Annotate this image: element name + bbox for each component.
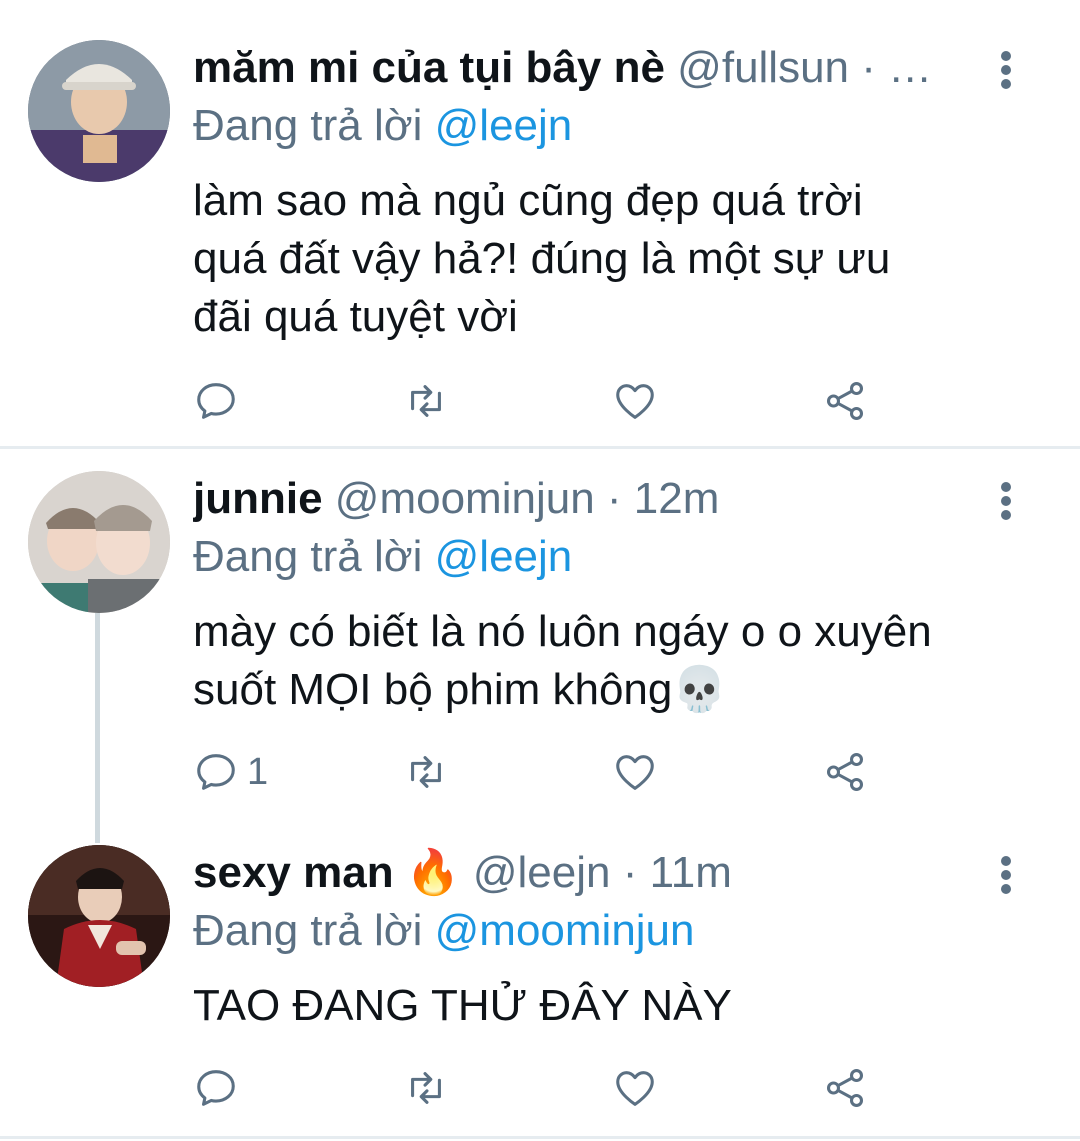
username[interactable]: @fullsun: [677, 43, 849, 92]
like-button[interactable]: [612, 1063, 658, 1113]
avatar[interactable]: [28, 845, 170, 987]
tweet-text: TAO ĐANG THỬ ĐÂY NÀY: [193, 977, 993, 1035]
retweet-icon: [411, 385, 441, 417]
retweet-icon: [411, 756, 441, 788]
more-options-icon[interactable]: [990, 479, 1022, 523]
display-name[interactable]: măm mi của tụi bây nè: [193, 43, 665, 92]
like-icon: [616, 384, 654, 419]
like-button[interactable]: [612, 747, 658, 797]
avatar[interactable]: [28, 40, 170, 182]
share-button[interactable]: [822, 747, 868, 797]
tweet-actions: [0, 1063, 1080, 1123]
replying-to: Đang trả lời @leejn: [193, 529, 572, 585]
tweet-header: sexy man 🔥 @leejn · 11m: [193, 845, 970, 901]
reply-button[interactable]: [193, 376, 247, 426]
retweet-button[interactable]: [403, 747, 449, 797]
reply-button[interactable]: 1: [193, 747, 268, 797]
avatar-image: [28, 40, 170, 182]
timestamp: · …: [849, 43, 933, 92]
mention-link[interactable]: @moominjun: [435, 906, 695, 955]
reply-count: 1: [247, 750, 269, 793]
share-button[interactable]: [822, 376, 868, 426]
avatar-image: [28, 845, 170, 987]
more-options-icon[interactable]: [990, 853, 1022, 897]
display-name[interactable]: junnie: [193, 474, 323, 523]
tweet-text-line: quá đất vậy hả?! đúng là một sự ưu: [193, 234, 891, 283]
avatar-image: [28, 471, 170, 613]
avatar[interactable]: [28, 471, 170, 613]
tweet-actions: [0, 376, 1080, 436]
tweet[interactable]: sexy man 🔥 @leejn · 11m Đang trả lời @mo…: [0, 829, 1080, 1134]
reply-icon: [197, 754, 235, 790]
share-icon: [826, 382, 864, 420]
tweet-text: làm sao mà ngủ cũng đẹp quá trời quá đất…: [193, 172, 993, 346]
tweet-header: măm mi của tụi bây nè @fullsun · …: [193, 40, 970, 96]
like-button[interactable]: [612, 376, 658, 426]
tweet-text-line: TAO ĐANG THỬ ĐÂY NÀY: [193, 981, 732, 1030]
tweet-text-line: suốt MỌI bộ phim không💀: [193, 665, 728, 714]
divider: [0, 1136, 1080, 1139]
tweet-text-line: đãi quá tuyệt vời: [193, 292, 518, 341]
username[interactable]: @leejn: [473, 848, 611, 897]
timestamp: · 11m: [610, 848, 732, 897]
display-name[interactable]: sexy man 🔥: [193, 848, 461, 897]
mention-link[interactable]: @leejn: [435, 101, 573, 150]
like-icon: [616, 1071, 654, 1106]
tweet-text: mày có biết là nó luôn ngáy o o xuyên su…: [193, 603, 993, 719]
mention-link[interactable]: @leejn: [435, 532, 573, 581]
share-button[interactable]: [822, 1063, 868, 1113]
replying-to: Đang trả lời @moominjun: [193, 903, 695, 959]
more-options-icon[interactable]: [990, 48, 1022, 92]
reply-button[interactable]: [193, 1063, 247, 1113]
retweet-button[interactable]: [403, 376, 449, 426]
tweet[interactable]: junnie @moominjun · 12m Đang trả lời @le…: [0, 449, 1080, 843]
retweet-icon: [411, 1072, 441, 1104]
timestamp: · 12m: [594, 474, 720, 523]
like-icon: [616, 755, 654, 790]
retweet-button[interactable]: [403, 1063, 449, 1113]
thread-line: [95, 613, 100, 843]
reply-icon: [197, 1070, 235, 1106]
replying-prefix: Đang trả lời: [193, 906, 435, 955]
reply-icon: [197, 383, 235, 419]
share-icon: [826, 753, 864, 791]
replying-to: Đang trả lời @leejn: [193, 98, 572, 154]
tweet[interactable]: măm mi của tụi bây nè @fullsun · … Đang …: [0, 0, 1080, 446]
share-icon: [826, 1069, 864, 1107]
tweet-text-line: mày có biết là nó luôn ngáy o o xuyên: [193, 607, 932, 656]
tweet-header: junnie @moominjun · 12m: [193, 471, 970, 527]
tweet-actions: 1: [0, 747, 1080, 807]
replying-prefix: Đang trả lời: [193, 532, 435, 581]
tweet-text-line: làm sao mà ngủ cũng đẹp quá trời: [193, 176, 863, 225]
username[interactable]: @moominjun: [335, 474, 595, 523]
replying-prefix: Đang trả lời: [193, 101, 435, 150]
